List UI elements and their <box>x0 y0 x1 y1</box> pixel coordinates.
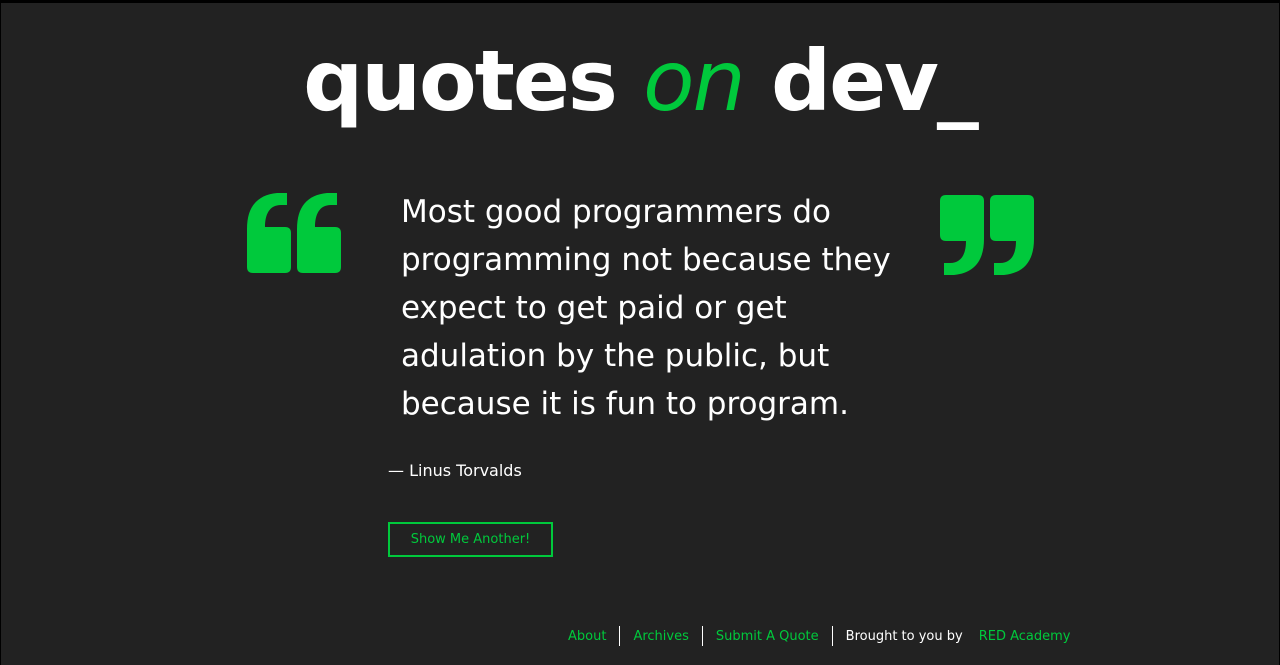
footer-credit-text: Brought to you by <box>845 628 963 644</box>
footer-divider <box>831 626 833 646</box>
logo-word-on: on <box>643 32 746 130</box>
logo-word-quotes: quotes <box>303 32 618 130</box>
footer-link-submit-quote[interactable]: Submit A Quote <box>716 629 819 644</box>
close-quote-icon <box>938 193 1034 279</box>
footer-divider <box>701 626 703 646</box>
footer-link-about[interactable]: About <box>568 629 606 644</box>
footer-nav: About Archives Submit A Quote Brought to… <box>561 626 1070 646</box>
quote-text: Most good programmers do programming not… <box>401 194 891 422</box>
site-logo[interactable]: quotes on dev_ <box>1 31 1279 131</box>
footer-link-red-academy[interactable]: RED Academy <box>979 629 1071 644</box>
logo-word-dev: dev_ <box>771 32 979 130</box>
footer-divider <box>619 626 621 646</box>
open-quote-icon <box>247 193 343 279</box>
show-another-button[interactable]: Show Me Another! <box>388 522 553 557</box>
footer-link-archives[interactable]: Archives <box>633 629 688 644</box>
quote-author: — Linus Torvalds <box>388 461 522 480</box>
